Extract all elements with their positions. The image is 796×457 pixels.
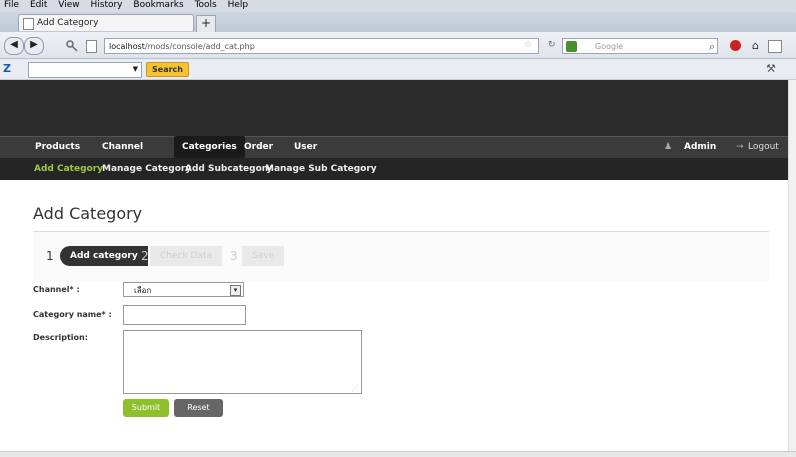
nav-channel[interactable]: Channel (102, 136, 143, 158)
step-2-label: Check Data (150, 246, 223, 266)
page-bottom-edge (0, 451, 796, 457)
subnav-manage-sub-category[interactable]: Manage Sub Category (265, 158, 377, 180)
resize-handle-icon[interactable]: ⋰ (352, 384, 359, 392)
google-icon[interactable] (566, 41, 577, 52)
reset-button[interactable]: Reset (174, 399, 223, 417)
logout-link[interactable]: Logout (748, 136, 779, 158)
admin-user-icon: ♟ (664, 142, 673, 152)
step-3-label: Save (242, 246, 285, 266)
menu-tools[interactable]: Tools (195, 0, 217, 10)
site-header (0, 80, 796, 136)
nav-products[interactable]: Products (35, 136, 80, 158)
description-label: Description: (33, 333, 88, 342)
menu-help[interactable]: Help (228, 0, 249, 10)
menu-bookmarks[interactable]: Bookmarks (133, 0, 183, 10)
new-tab-button[interactable]: + (196, 15, 216, 32)
page-icon (86, 40, 97, 53)
back-button[interactable]: ◀ (4, 37, 24, 55)
tab-title: Add Category (37, 18, 99, 28)
category-name-input[interactable] (123, 305, 246, 325)
forward-button[interactable]: ▶ (24, 37, 44, 55)
url-path: /mods/console/add_cat.php (144, 42, 255, 51)
page-title: Add Category (33, 204, 143, 223)
step-1-label: Add category (60, 246, 148, 266)
nav-user[interactable]: User (294, 136, 317, 158)
addon-icon[interactable] (768, 40, 782, 53)
google-search-input[interactable]: Google (562, 38, 718, 54)
browser-tab[interactable]: Add Category (18, 14, 194, 31)
step-2-number: 2 (141, 249, 149, 263)
nav-categories[interactable]: Categories (174, 136, 245, 158)
nav-order[interactable]: Order (244, 136, 273, 158)
chevron-down-icon[interactable]: ▼ (133, 65, 138, 73)
key-icon (66, 40, 78, 52)
browser-menubar: File Edit View History Bookmarks Tools H… (0, 0, 796, 12)
channel-select[interactable]: เลือก ▾ (123, 282, 244, 297)
magnifier-icon[interactable]: ⌕ (709, 40, 715, 54)
menu-history[interactable]: History (90, 0, 122, 10)
red-addon-icon[interactable] (730, 40, 741, 51)
menu-view[interactable]: View (58, 0, 79, 10)
page-scrollbar[interactable] (788, 80, 796, 451)
wrench-icon[interactable]: ⚒ (766, 62, 776, 75)
subnav-add-subcategory[interactable]: Add Subcategory (185, 158, 272, 180)
step-1-number: 1 (46, 249, 54, 263)
z-logo-icon[interactable]: Z (3, 62, 11, 75)
search-engine-label: Google (595, 42, 624, 51)
toolbar-search-button[interactable]: Search (146, 62, 189, 77)
category-name-label: Category name* : (33, 310, 112, 319)
subnav-manage-category[interactable]: Manage Category (102, 158, 191, 180)
page-icon (23, 18, 34, 30)
step-3-number: 3 (230, 249, 238, 263)
channel-select-value: เลือก (134, 286, 152, 295)
star-icon[interactable]: ☆ (524, 40, 532, 50)
url-bar[interactable]: localhost/mods/console/add_cat.php (104, 38, 539, 54)
admin-label[interactable]: Admin (684, 136, 716, 158)
reload-icon[interactable]: ↻ (548, 40, 556, 50)
channel-label: Channel* : (33, 285, 80, 294)
subnav-add-category[interactable]: Add Category (34, 158, 103, 180)
home-icon[interactable]: ⌂ (752, 39, 759, 52)
menu-edit[interactable]: Edit (30, 0, 47, 10)
chevron-down-icon[interactable]: ▾ (230, 285, 241, 296)
url-host: localhost (109, 42, 145, 51)
submit-button[interactable]: Submit (123, 399, 169, 417)
logout-arrow-icon: → (736, 142, 744, 152)
menu-file[interactable]: File (4, 0, 19, 10)
toolbar-search-input[interactable]: ▼ (28, 62, 142, 78)
description-textarea[interactable]: ⋰ (123, 330, 362, 394)
